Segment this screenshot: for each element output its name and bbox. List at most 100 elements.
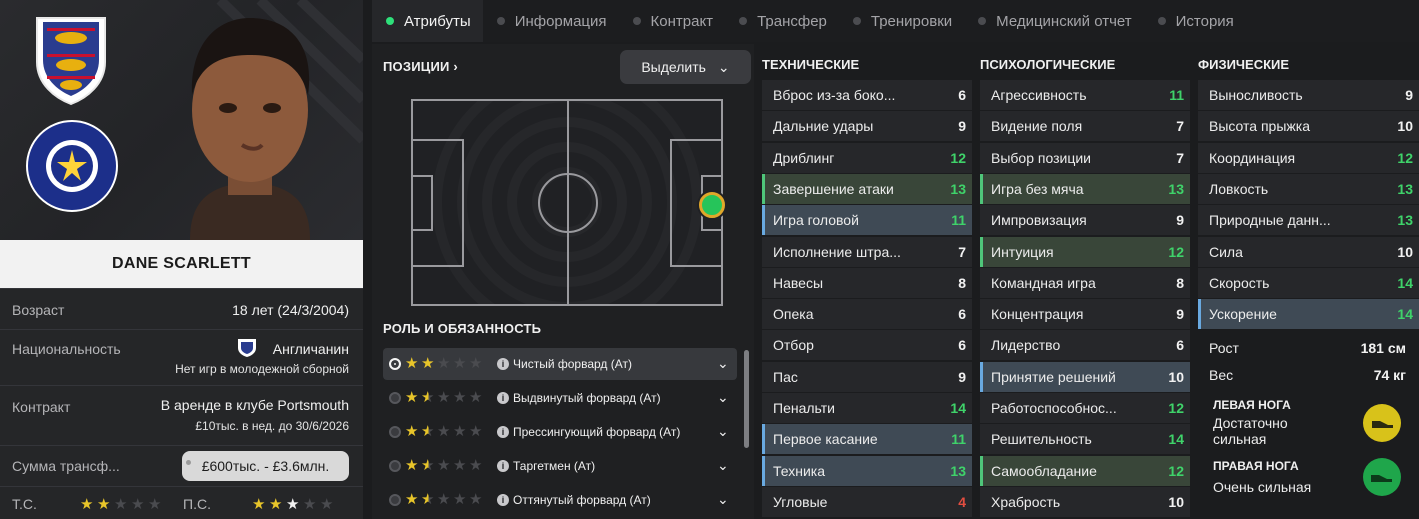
attribute-row[interactable]: Интуиция 12: [980, 236, 1190, 267]
contract-value[interactable]: В аренде в клубе Portsmouth: [161, 397, 349, 413]
roles-scrollbar[interactable]: [744, 350, 749, 448]
chevron-down-icon[interactable]: ⌄: [717, 423, 729, 440]
tab-6[interactable]: История: [1144, 0, 1246, 42]
transfer-value-pill[interactable]: £600тыс. - £3.6млн.: [182, 451, 349, 481]
tab-1[interactable]: Информация: [483, 0, 619, 42]
attribute-row[interactable]: Природные данн... 13: [1198, 205, 1419, 236]
info-icon[interactable]: i: [497, 494, 509, 506]
star-empty-icon: ★: [469, 423, 483, 440]
attribute-row[interactable]: Самообладание 12: [980, 455, 1190, 486]
attribute-row[interactable]: Навесы 8: [762, 267, 972, 298]
role-row[interactable]: ★ ★ ★ ★ ★ i Прессингующий форвард (Ат) ⌄: [383, 416, 737, 448]
attribute-row[interactable]: Игра головой 11: [762, 205, 972, 236]
attribute-row[interactable]: Ловкость 13: [1198, 173, 1419, 204]
england-flag-icon: [236, 338, 258, 358]
attribute-row[interactable]: Угловые 4: [762, 486, 972, 517]
contract-label: Контракт: [12, 399, 71, 415]
attribute-row[interactable]: Агрессивность 11: [980, 80, 1190, 110]
tab-4[interactable]: Тренировки: [839, 0, 964, 42]
role-row[interactable]: ★ ★ ★ ★ ★ i Выдвинутый форвард (Ат) ⌄: [383, 382, 737, 414]
attribute-name: Первое касание: [773, 431, 878, 448]
attribute-row[interactable]: Видение поля 7: [980, 111, 1190, 142]
star-empty-icon: ★: [437, 457, 451, 474]
role-radio[interactable]: [389, 358, 401, 370]
chevron-down-icon[interactable]: ⌄: [717, 355, 729, 372]
tab-label: Тренировки: [870, 12, 953, 30]
attribute-value: 11: [1169, 87, 1184, 103]
attribute-row[interactable]: Исполнение штра... 7: [762, 236, 972, 267]
attribute-name: Игра головой: [773, 212, 859, 229]
attribute-row[interactable]: Принятие решений 10: [980, 361, 1190, 392]
position-marker-st[interactable]: [699, 192, 725, 218]
attribute-row[interactable]: Работоспособнос... 12: [980, 393, 1190, 423]
attribute-row[interactable]: Решительность 14: [980, 424, 1190, 455]
attribute-row[interactable]: Лидерство 6: [980, 330, 1190, 361]
tab-label: Медицинский отчет: [996, 12, 1132, 30]
star-full-icon: ★: [405, 491, 419, 508]
attribute-row[interactable]: Ускорение 14: [1198, 299, 1419, 330]
star-empty-icon: ★: [469, 389, 483, 406]
chevron-down-icon[interactable]: ⌄: [717, 389, 729, 406]
role-row[interactable]: ★ ★ ★ ★ ★ i Таргетмен (Ат) ⌄: [383, 450, 737, 482]
attribute-name: Дриблинг: [773, 149, 835, 166]
attribute-row[interactable]: Дриблинг 12: [762, 142, 972, 173]
tab-dot-icon: [632, 17, 641, 25]
info-icon[interactable]: i: [497, 392, 509, 404]
attribute-row[interactable]: Высота прыжка 10: [1198, 111, 1419, 142]
role-radio[interactable]: [389, 426, 401, 438]
nationality-label: Национальность: [12, 341, 121, 357]
attribute-row[interactable]: Дальние удары 9: [762, 111, 972, 142]
star-full-icon: ★: [421, 355, 435, 372]
attribute-row[interactable]: Техника 13: [762, 455, 972, 486]
attribute-value: 4: [958, 493, 966, 510]
role-stars: ★ ★ ★ ★ ★: [405, 423, 484, 440]
role-stars: ★ ★ ★ ★ ★: [405, 457, 484, 474]
role-row[interactable]: ★ ★ ★ ★ ★ i Оттянутый форвард (Ат) ⌄: [383, 484, 737, 516]
attribute-row[interactable]: Сила 10: [1198, 236, 1419, 267]
transfer-value-row: Сумма трансф... £600тыс. - £3.6млн.: [0, 445, 363, 486]
attribute-row[interactable]: Вброс из-за боко... 6: [762, 80, 972, 110]
attribute-row[interactable]: Выносливость 9: [1198, 80, 1419, 110]
info-icon[interactable]: i: [497, 358, 509, 370]
tab-label: Информация: [514, 12, 607, 30]
role-row[interactable]: ★ ★ ★ ★ ★ i Чистый форвард (Ат) ⌄: [383, 348, 737, 380]
attribute-name: Лидерство: [991, 337, 1061, 354]
tab-0[interactable]: Атрибуты: [372, 0, 483, 42]
highlight-select-button[interactable]: Выделить ⌄: [620, 50, 751, 84]
attribute-row[interactable]: Скорость 14: [1198, 267, 1419, 298]
contract-wage-text: £10тыс. в нед. до 30/6/2026: [195, 419, 349, 433]
positions-title[interactable]: ПОЗИЦИИ ›: [383, 59, 458, 74]
right-foot-block: ПРАВАЯ НОГА Очень сильная: [1198, 450, 1419, 510]
role-radio[interactable]: [389, 392, 401, 404]
tab-3[interactable]: Трансфер: [725, 0, 839, 42]
attribute-row[interactable]: Концентрация 9: [980, 299, 1190, 330]
tab-2[interactable]: Контракт: [619, 0, 726, 42]
pitch-diagram: [411, 99, 725, 306]
attribute-row[interactable]: Координация 12: [1198, 142, 1419, 173]
attribute-row[interactable]: Храбрость 10: [980, 486, 1190, 517]
attribute-row[interactable]: Пас 9: [762, 361, 972, 392]
role-radio[interactable]: [389, 494, 401, 506]
attribute-row[interactable]: Завершение атаки 13: [762, 173, 972, 204]
attribute-row[interactable]: Командная игра 8: [980, 267, 1190, 298]
attribute-row[interactable]: Опека 6: [762, 299, 972, 330]
attribute-row[interactable]: Первое касание 11: [762, 424, 972, 455]
attribute-row[interactable]: Пенальти 14: [762, 393, 972, 423]
attribute-row[interactable]: Выбор позиции 7: [980, 142, 1190, 173]
chevron-down-icon[interactable]: ⌄: [717, 457, 729, 474]
attribute-value: 12: [950, 149, 966, 166]
tab-5[interactable]: Медицинский отчет: [964, 0, 1143, 42]
info-icon[interactable]: i: [497, 426, 509, 438]
role-radio[interactable]: [389, 460, 401, 472]
attribute-row[interactable]: Импровизация 9: [980, 205, 1190, 236]
attribute-name: Ускорение: [1209, 306, 1277, 323]
nationality-row: Национальность Англичанин Нет игр в моло…: [0, 329, 363, 385]
nationality-value[interactable]: Англичанин: [273, 341, 349, 357]
info-icon[interactable]: i: [497, 460, 509, 472]
attribute-row[interactable]: Игра без мяча 13: [980, 173, 1190, 204]
attribute-name: Выносливость: [1209, 87, 1303, 103]
attribute-row[interactable]: Отбор 6: [762, 330, 972, 361]
star-half-icon: ★: [421, 389, 435, 406]
chevron-down-icon[interactable]: ⌄: [717, 491, 729, 508]
left-boot-icon: [1363, 404, 1401, 442]
